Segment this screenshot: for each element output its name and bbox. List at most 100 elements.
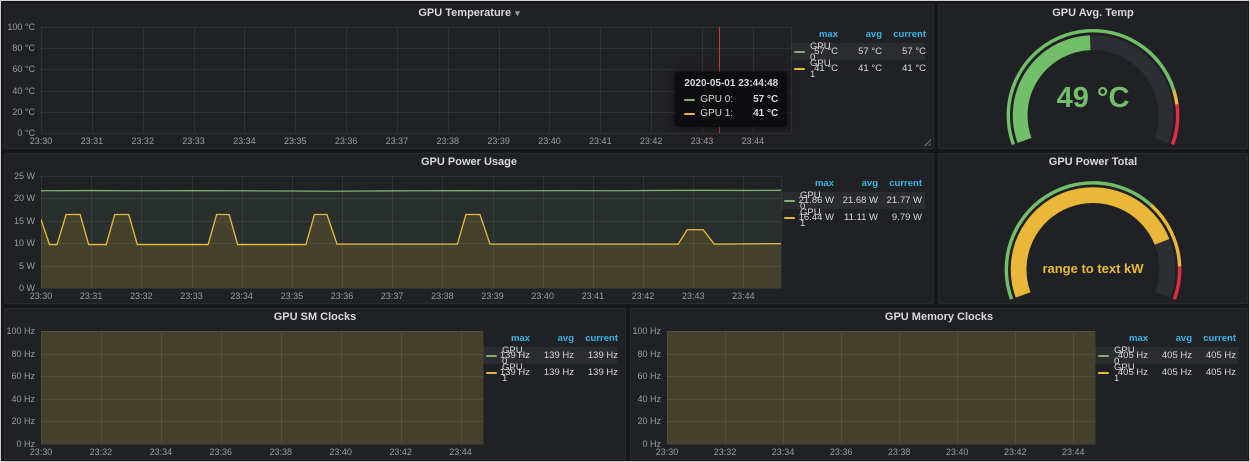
- x-axis-tick-label: 23:32: [131, 136, 154, 146]
- gridline-horizontal: [41, 198, 781, 199]
- panel-resize-handle[interactable]: [923, 138, 931, 146]
- y-axis-tick-label: 60 Hz: [11, 371, 35, 381]
- gridline-vertical: [743, 176, 744, 288]
- legend-value: 139 Hz: [530, 367, 574, 378]
- gridline-horizontal: [41, 69, 791, 70]
- legend-column-header[interactable]: max: [790, 178, 834, 189]
- gridline-horizontal: [41, 331, 483, 332]
- y-axis-tick-label: 80 Hz: [11, 349, 35, 359]
- panel-body: 100 Hz80 Hz60 Hz40 Hz20 Hz0 Hz23:3023:32…: [5, 326, 625, 459]
- legend-value: 41 °C: [882, 63, 926, 74]
- gridline-vertical: [41, 176, 42, 288]
- legend-column-header[interactable]: avg: [838, 29, 882, 40]
- legend-column-header[interactable]: max: [1104, 333, 1148, 344]
- panel-body: 100 °C80 °C60 °C40 °C20 °C0 °C2020-05-01…: [5, 22, 933, 148]
- gridline-vertical: [401, 331, 402, 444]
- gauge-arc-svg: [939, 171, 1247, 303]
- x-axis: 23:3023:3123:3223:3323:3423:3523:3623:37…: [41, 133, 791, 148]
- legend-value: 41 °C: [794, 63, 838, 74]
- legend-row: GPU 141 °C41 °C41 °C: [791, 60, 925, 77]
- panel-title-gpu-memory-clocks[interactable]: GPU Memory Clocks: [631, 309, 1247, 326]
- y-axis-tick-label: 100 °C: [7, 22, 35, 32]
- temperature-chart[interactable]: 100 °C80 °C60 °C40 °C20 °C0 °C2020-05-01…: [5, 22, 791, 148]
- x-axis-tick-label: 23:42: [1004, 447, 1027, 457]
- x-axis-tick-label: 23:31: [80, 291, 103, 301]
- x-axis-tick-label: 23:33: [180, 291, 203, 301]
- x-axis-tick-label: 23:43: [691, 136, 714, 146]
- y-axis-tick-label: 100 Hz: [6, 326, 35, 336]
- series-plot-svg: [41, 331, 483, 444]
- series-color-dash-icon: [684, 99, 695, 101]
- x-axis-tick-label: 23:36: [335, 136, 358, 146]
- x-axis-tick-label: 23:40: [946, 447, 969, 457]
- plot-area: [41, 176, 781, 288]
- x-axis-tick-label: 23:41: [589, 136, 612, 146]
- x-axis-tick-label: 23:37: [386, 136, 409, 146]
- panel-body: 49 °C: [939, 22, 1247, 148]
- y-axis-tick-label: 20 Hz: [637, 416, 661, 426]
- panel-menu-caret-icon[interactable]: ▾: [515, 8, 520, 18]
- gridline-vertical: [194, 27, 195, 133]
- gridline-vertical: [41, 331, 42, 444]
- panel-title-gpu-temperature[interactable]: GPU Temperature▾: [5, 5, 933, 22]
- power-total-gauge: range to text kW: [939, 171, 1247, 303]
- x-axis-tick-label: 23:44: [732, 291, 755, 301]
- gridline-vertical: [1015, 331, 1016, 444]
- panel-title-text: GPU Power Total: [1049, 156, 1137, 168]
- gridline-vertical: [651, 27, 652, 133]
- legend-value: 405 Hz: [1148, 367, 1192, 378]
- x-axis: 23:3023:3223:3423:3623:3823:4023:4223:44: [41, 444, 483, 459]
- legend-column-header[interactable]: avg: [530, 333, 574, 344]
- gridline-vertical: [791, 27, 792, 133]
- gridline-vertical: [221, 331, 222, 444]
- gridline-vertical: [346, 27, 347, 133]
- legend-column-header[interactable]: max: [486, 333, 530, 344]
- legend-value: 21.68 W: [834, 195, 878, 206]
- legend-column-header[interactable]: current: [574, 333, 618, 344]
- legend-column-header[interactable]: avg: [834, 178, 878, 189]
- power-usage-chart[interactable]: 25 W20 W15 W10 W5 W0 W23:3023:3123:3223:…: [5, 171, 781, 303]
- panel-title-gpu-avg-temp[interactable]: GPU Avg. Temp: [939, 5, 1247, 22]
- legend-column-header[interactable]: max: [794, 29, 838, 40]
- legend-value: 57 °C: [838, 46, 882, 57]
- memory-clocks-chart[interactable]: 100 Hz80 Hz60 Hz40 Hz20 Hz0 Hz23:3023:32…: [631, 326, 1095, 459]
- power-usage-legend: maxavgcurrentGPU 021.86 W21.68 W21.77 WG…: [781, 171, 933, 303]
- sm-clocks-chart[interactable]: 100 Hz80 Hz60 Hz40 Hz20 Hz0 Hz23:3023:32…: [5, 326, 483, 459]
- y-axis-tick-label: 20 °C: [12, 107, 35, 117]
- gridline-vertical: [397, 27, 398, 133]
- gridline-vertical: [461, 331, 462, 444]
- x-axis-tick-label: 23:38: [437, 136, 460, 146]
- y-axis: 100 Hz80 Hz60 Hz40 Hz20 Hz0 Hz: [631, 331, 667, 444]
- plot-area: [667, 331, 1095, 444]
- panel-title-text: GPU Power Usage: [421, 156, 517, 168]
- gridline-horizontal: [41, 354, 483, 355]
- legend-column-header[interactable]: current: [878, 178, 922, 189]
- panel-title-gpu-sm-clocks[interactable]: GPU SM Clocks: [5, 309, 625, 326]
- x-axis: 23:3023:3223:3423:3623:3823:4023:4223:44: [667, 444, 1095, 459]
- legend-column-header[interactable]: avg: [1148, 333, 1192, 344]
- y-axis-tick-label: 80 °C: [12, 43, 35, 53]
- gridline-vertical: [1095, 331, 1096, 444]
- gridline-vertical: [725, 331, 726, 444]
- y-axis-tick-label: 5 W: [19, 261, 35, 271]
- x-axis-tick-label: 23:42: [632, 291, 655, 301]
- panel-title-gpu-power-usage[interactable]: GPU Power Usage: [5, 154, 933, 171]
- panel-body: 25 W20 W15 W10 W5 W0 W23:3023:3123:3223:…: [5, 171, 933, 303]
- panel-title-text: GPU SM Clocks: [274, 311, 357, 323]
- x-axis-tick-label: 23:32: [90, 447, 113, 457]
- x-axis-tick-label: 23:32: [130, 291, 153, 301]
- y-axis-tick-label: 80 Hz: [637, 349, 661, 359]
- memory-clocks-legend: maxavgcurrentGPU 0405 Hz405 Hz405 HzGPU …: [1095, 326, 1247, 459]
- gridline-vertical: [92, 27, 93, 133]
- y-axis-tick-label: 60 Hz: [637, 371, 661, 381]
- y-axis-tick-label: 10 W: [14, 238, 35, 248]
- panel-gpu-power-usage: GPU Power Usage 25 W20 W15 W10 W5 W0 W23…: [4, 153, 934, 304]
- y-axis-tick-label: 15 W: [14, 216, 35, 226]
- legend-column-header[interactable]: current: [882, 29, 926, 40]
- panel-gpu-avg-temp: GPU Avg. Temp 49 °C: [938, 4, 1248, 149]
- gridline-vertical: [342, 176, 343, 288]
- gridline-vertical: [781, 176, 782, 288]
- panel-title-gpu-power-total[interactable]: GPU Power Total: [939, 154, 1247, 171]
- gridline-vertical: [549, 27, 550, 133]
- legend-column-header[interactable]: current: [1192, 333, 1236, 344]
